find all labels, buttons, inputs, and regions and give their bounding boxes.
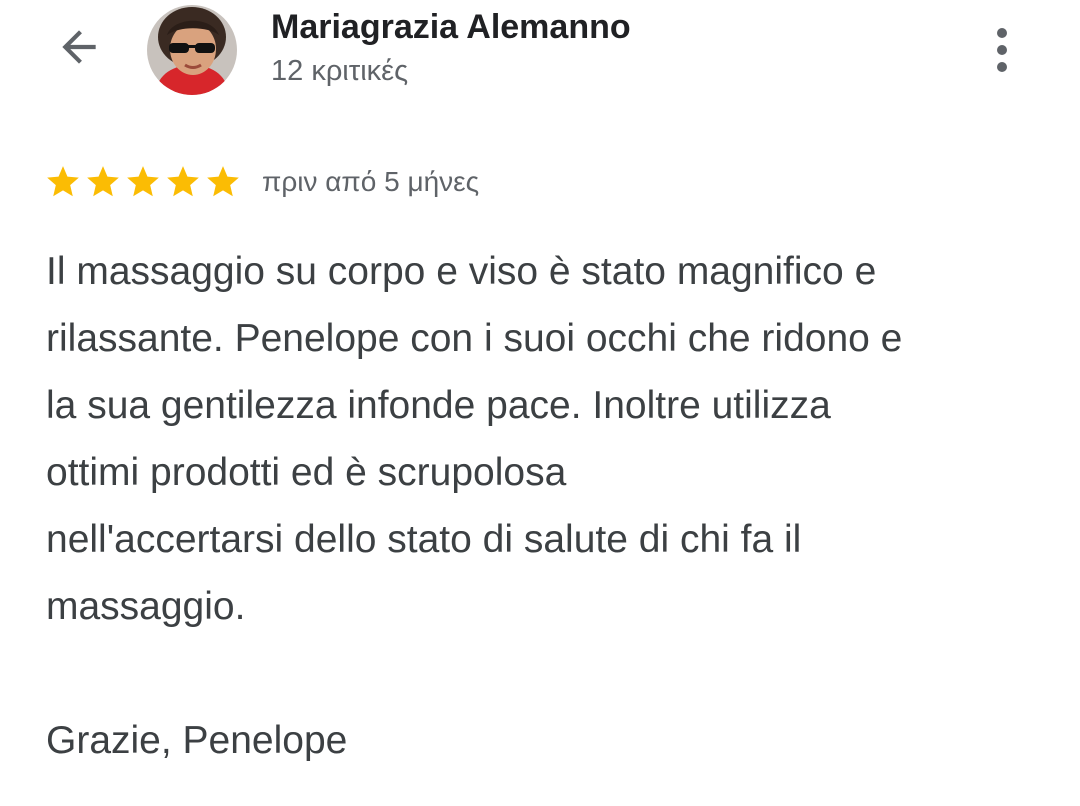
- star-rating: [44, 163, 242, 201]
- more-options-button[interactable]: [978, 22, 1026, 78]
- more-vert-icon-dot: [997, 62, 1007, 72]
- review-line: Il massaggio su corpo e viso è stato mag…: [46, 250, 877, 293]
- rating-row: πριν από 5 μήνες: [44, 162, 479, 202]
- reviewer-avatar[interactable]: [147, 5, 237, 95]
- back-button[interactable]: [44, 18, 114, 80]
- review-header: Mariagrazia Alemanno 12 κριτικές: [0, 0, 1080, 130]
- star-icon: [164, 163, 202, 201]
- star-icon: [204, 163, 242, 201]
- review-count[interactable]: 12 κριτικές: [271, 55, 408, 88]
- star-icon: [44, 163, 82, 201]
- more-vert-icon: [997, 28, 1007, 38]
- review-signoff: Grazie, Penelope: [46, 719, 348, 762]
- review-line: nell'accertarsi dello stato di salute di…: [46, 518, 802, 561]
- reviewer-name[interactable]: Mariagrazia Alemanno: [271, 8, 631, 47]
- review-time: πριν από 5 μήνες: [262, 166, 480, 197]
- review-text: Il massaggio su corpo e viso è stato mag…: [46, 238, 1056, 774]
- review-line: massaggio.: [46, 585, 246, 628]
- review-line: rilassante. Penelope con i suoi occhi ch…: [46, 317, 903, 360]
- review-line: ottimi prodotti ed è scrupolosa: [46, 451, 567, 494]
- review-line: la sua gentilezza infonde pace. Inoltre …: [46, 384, 831, 427]
- star-icon: [84, 163, 122, 201]
- arrow-left-icon: [54, 22, 104, 77]
- star-icon: [124, 163, 162, 201]
- more-vert-icon-dot: [997, 45, 1007, 55]
